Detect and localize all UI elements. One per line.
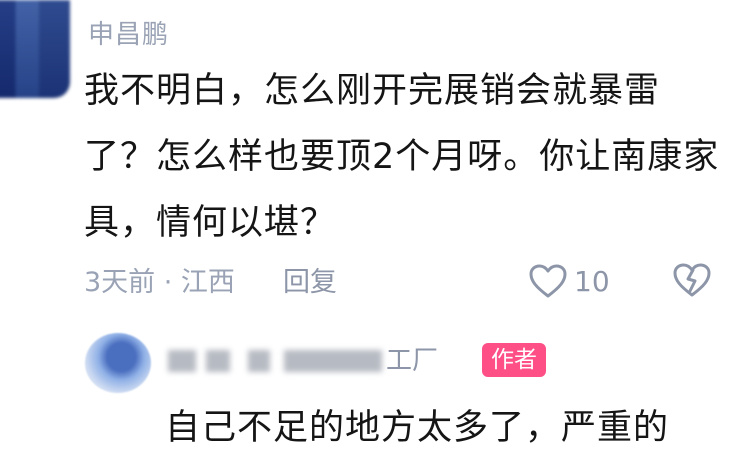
comment-author[interactable]: 申昌鹏 — [88, 14, 169, 51]
like-count: 10 — [574, 264, 610, 298]
broken-heart-icon — [672, 261, 712, 299]
reply-button[interactable]: 回复 — [283, 260, 337, 299]
comment-text: 我不明白，怎么刚开完展销会就暴雷了？怎么样也要顶2个月呀。你让南康家具，情何以堪… — [84, 71, 720, 243]
comment-meta: 3天前 · 江西 回复 — [84, 259, 337, 299]
heart-outline-icon — [528, 263, 568, 299]
replier-name-visible: 工厂 — [386, 346, 439, 376]
commenter-avatar[interactable] — [0, 0, 70, 98]
replier-avatar[interactable] — [85, 333, 151, 393]
author-badge: 作者 — [482, 343, 546, 377]
like-button[interactable]: 10 — [528, 259, 610, 303]
reply-text: 自己不足的地方太多了，严重的 — [165, 408, 670, 448]
comment-time-location: 3天前 · 江西 — [84, 266, 235, 298]
dislike-button[interactable] — [672, 261, 712, 299]
